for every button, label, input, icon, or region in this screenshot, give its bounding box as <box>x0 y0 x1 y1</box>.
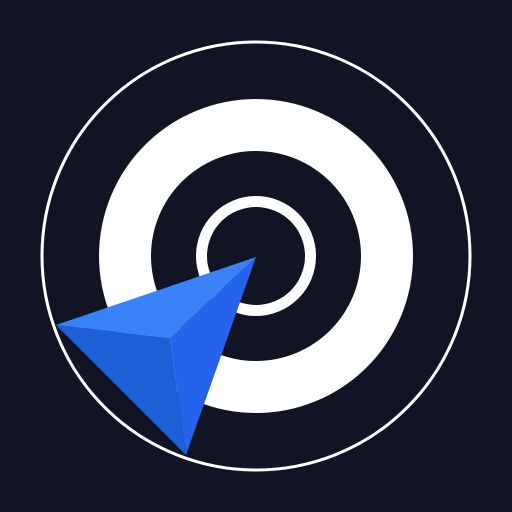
app-icon <box>0 0 512 512</box>
target-navigation-icon <box>0 0 512 512</box>
